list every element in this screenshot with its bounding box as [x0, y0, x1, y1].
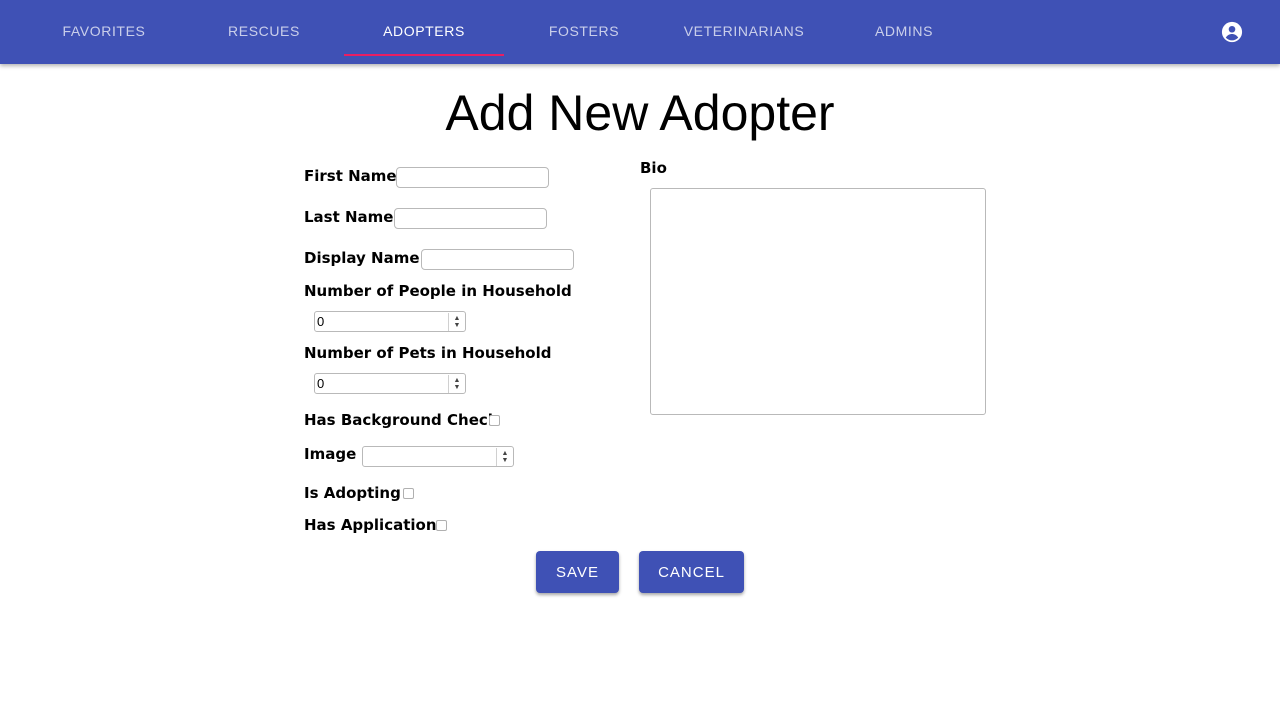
tab-rescues[interactable]: RESCUES — [184, 0, 344, 62]
has-application-checkbox[interactable] — [436, 520, 447, 531]
pets-in-household-label: Number of Pets in Household — [304, 344, 552, 362]
spinner-arrows-icon[interactable]: ▲ ▼ — [448, 312, 465, 331]
image-label: Image — [304, 445, 357, 463]
background-check-checkbox[interactable] — [489, 415, 500, 426]
save-button[interactable]: SAVE — [536, 551, 619, 593]
last-name-label: Last Name — [304, 208, 394, 226]
is-adopting-checkbox[interactable] — [403, 488, 414, 499]
active-tab-indicator — [344, 54, 504, 56]
pets-in-household-stepper[interactable]: 0 ▲ ▼ — [314, 373, 466, 394]
people-in-household-label: Number of People in Household — [304, 282, 572, 300]
spinner-arrows-icon[interactable]: ▲ ▼ — [496, 447, 513, 466]
top-navigation-bar: FAVORITES RESCUES ADOPTERS FOSTERS VETER… — [0, 0, 1280, 64]
pets-in-household-value[interactable]: 0 — [315, 376, 448, 391]
has-application-label: Has Application — [304, 516, 437, 534]
people-in-household-value[interactable]: 0 — [315, 314, 448, 329]
page-title: Add New Adopter — [445, 85, 835, 141]
tab-veterinarians[interactable]: VETERINARIANS — [664, 0, 824, 62]
cancel-button[interactable]: CANCEL — [639, 551, 744, 593]
people-in-household-stepper[interactable]: 0 ▲ ▼ — [314, 311, 466, 332]
bio-label: Bio — [640, 159, 667, 177]
bio-textarea[interactable] — [650, 188, 986, 415]
is-adopting-label: Is Adopting — [304, 484, 401, 502]
display-name-input[interactable] — [421, 249, 574, 270]
tab-adopters[interactable]: ADOPTERS — [344, 0, 504, 62]
image-stepper[interactable]: ▲ ▼ — [362, 446, 514, 467]
display-name-label: Display Name — [304, 249, 420, 267]
tab-fosters[interactable]: FOSTERS — [504, 0, 664, 62]
tab-admins[interactable]: ADMINS — [824, 0, 984, 62]
first-name-label: First Name — [304, 167, 397, 185]
spinner-arrows-icon[interactable]: ▲ ▼ — [448, 374, 465, 393]
tab-favorites[interactable]: FAVORITES — [24, 0, 184, 62]
first-name-input[interactable] — [396, 167, 549, 188]
last-name-input[interactable] — [394, 208, 547, 229]
background-check-label: Has Background Check — [304, 411, 498, 429]
account-circle-icon[interactable] — [1221, 21, 1243, 43]
